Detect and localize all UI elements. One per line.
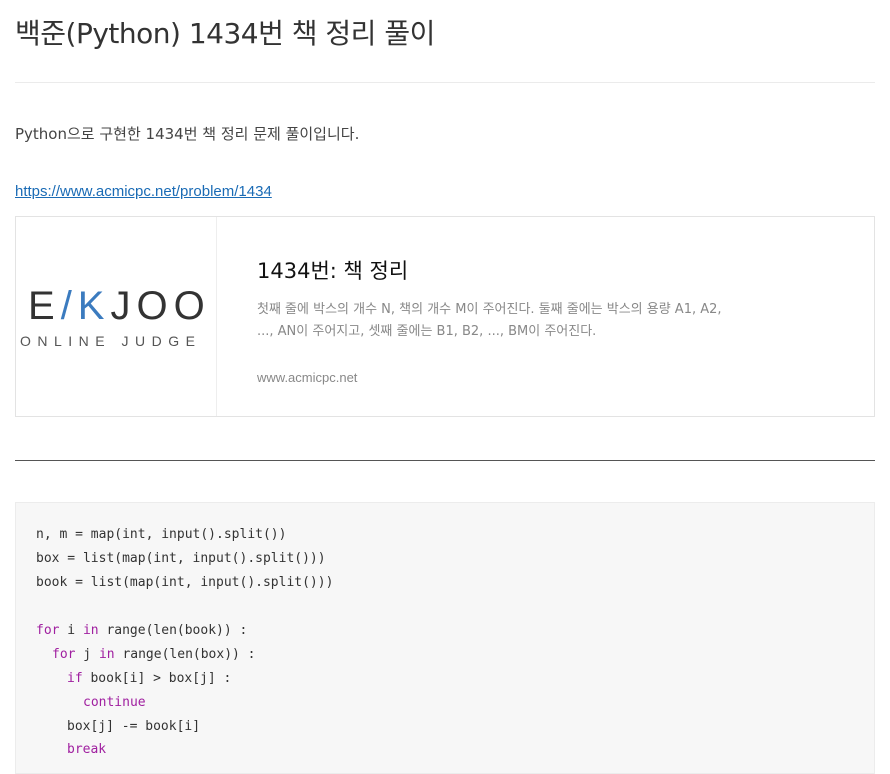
horizontal-rule bbox=[15, 460, 875, 461]
page-title: 백준(Python) 1434번 책 정리 풀이 bbox=[15, 17, 435, 50]
code-line: n, m = map(int, input().split()) bbox=[36, 527, 287, 542]
code-line: box = list(map(int, input().split())) bbox=[36, 551, 326, 566]
code-line: for j in range(len(box)) : bbox=[52, 647, 256, 662]
code-line: for i in range(len(book)) : bbox=[36, 623, 248, 638]
preview-description: 첫째 줄에 박스의 개수 N, 책의 개수 M이 주어진다. 둘째 줄에는 박스… bbox=[257, 302, 722, 339]
code-line: book = list(map(int, input().split())) bbox=[36, 575, 334, 590]
preview-thumbnail: E/KJOO ONLINE JUDGE bbox=[16, 217, 217, 416]
preview-title: 1434번: 책 정리 bbox=[257, 259, 409, 283]
baekjoon-logo-subtitle: ONLINE JUDGE bbox=[20, 333, 202, 349]
code-block: n, m = map(int, input().split()) box = l… bbox=[15, 502, 875, 774]
post-intro: Python으로 구현한 1434번 책 정리 문제 풀이입니다. bbox=[15, 125, 360, 143]
code-line: continue bbox=[83, 695, 146, 710]
code-line: box[j] -= book[i] bbox=[67, 719, 201, 734]
code-line: if book[i] > box[j] : bbox=[67, 671, 232, 686]
baekjoon-logo: E/KJOO bbox=[28, 284, 211, 328]
title-divider bbox=[15, 82, 875, 83]
preview-url: www.acmicpc.net bbox=[257, 370, 358, 385]
code-line: break bbox=[67, 742, 107, 757]
problem-link[interactable]: https://www.acmicpc.net/problem/1434 bbox=[15, 180, 272, 204]
link-preview-card[interactable]: E/KJOO ONLINE JUDGE 1434번: 책 정리 첫째 줄에 박스… bbox=[15, 216, 875, 417]
